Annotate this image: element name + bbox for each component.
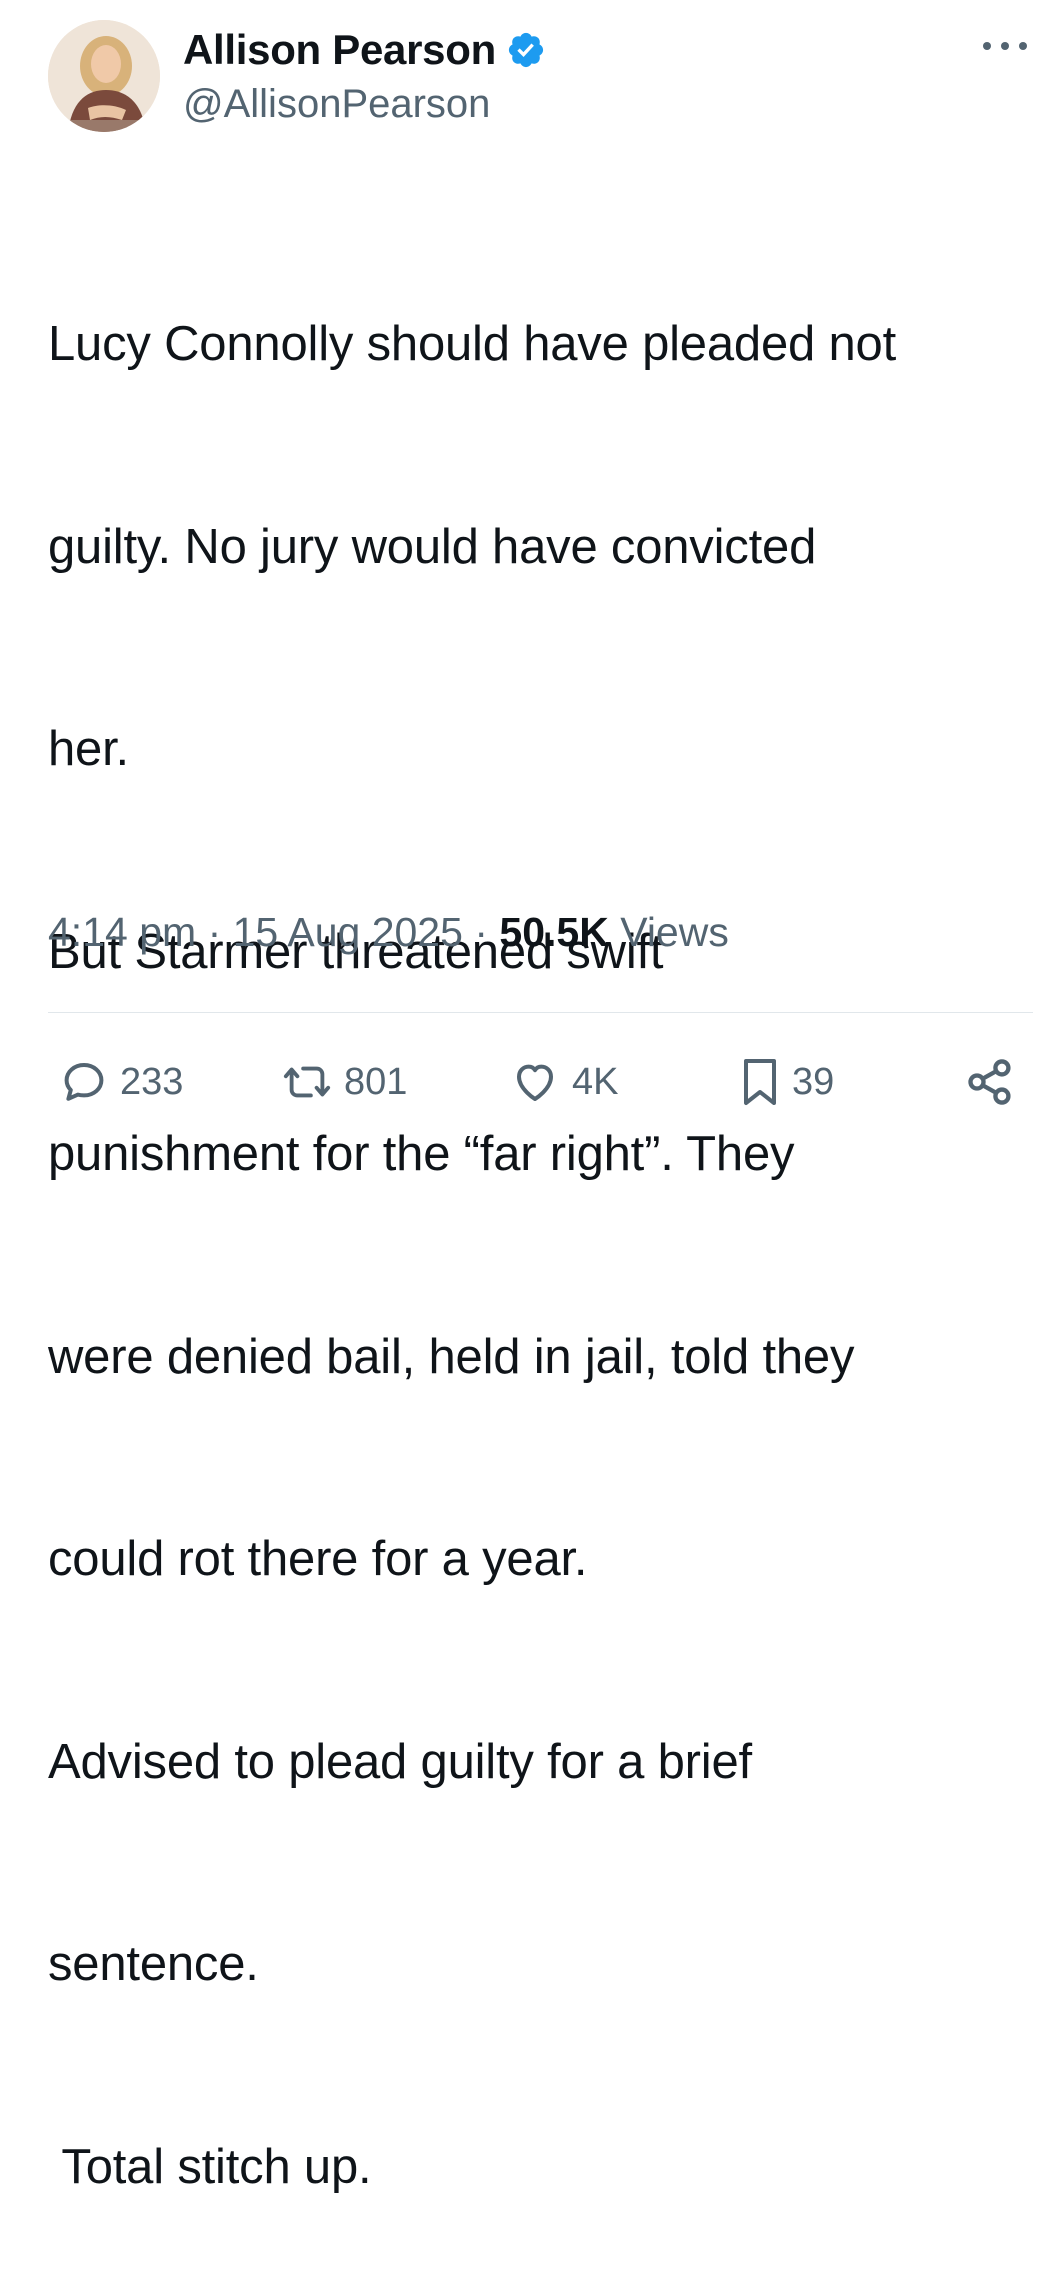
views-label[interactable]: Views [620, 909, 729, 955]
tweet-meta: 4:14 pm · 15 Aug 2025 · 50.5K Views [48, 902, 729, 962]
heart-icon [517, 1064, 553, 1101]
tweet-text-line: her. [48, 722, 129, 776]
tweet-text: Lucy Connolly should have pleaded not gu… [48, 176, 1048, 2269]
avatar[interactable] [48, 20, 160, 132]
more-dot-icon [1019, 42, 1027, 50]
tweet-text-line: guilty. No jury would have convicted [48, 519, 817, 574]
tweet-text-line: could rot there for a year. [48, 1532, 588, 1586]
tweet-text-line: punishment for the “far right”. They [48, 1127, 795, 1181]
tweet-time[interactable]: 4:14 pm [48, 909, 196, 955]
bookmark-icon [744, 1059, 776, 1105]
like-count: 4K [572, 1060, 619, 1103]
divider [48, 1012, 1033, 1013]
repost-icon [283, 1066, 331, 1098]
author-name-row: Allison Pearson [183, 26, 546, 74]
tweet-text-line: Lucy Connolly should have pleaded not [48, 317, 896, 371]
reply-count: 233 [120, 1060, 184, 1103]
repost-button[interactable]: 801 [282, 1052, 407, 1112]
author-handle[interactable]: @AllisonPearson [183, 82, 490, 126]
meta-separator: · [474, 909, 488, 955]
verified-badge-icon [506, 30, 546, 70]
reply-button[interactable]: 233 [60, 1052, 183, 1112]
like-button[interactable]: 4K [510, 1052, 618, 1112]
views-count[interactable]: 50.5K [499, 909, 608, 955]
bookmark-count: 39 [792, 1060, 835, 1103]
reply-icon [64, 1063, 104, 1101]
avatar-photo [48, 20, 160, 132]
tweet-text-line: Advised to plead guilty for a brief [48, 1734, 752, 1789]
repost-count: 801 [344, 1060, 408, 1103]
bookmark-button[interactable]: 39 [740, 1052, 834, 1112]
tweet-text-line: were denied bail, held in jail, told the… [48, 1329, 855, 1384]
action-bar: 233 801 4K 39 [60, 1052, 1020, 1112]
share-icon [968, 1059, 1011, 1105]
share-button[interactable] [964, 1052, 1016, 1112]
more-options-button[interactable] [983, 36, 1027, 56]
meta-separator: · [207, 909, 222, 955]
tweet-text-line: sentence. [48, 1937, 259, 1991]
tweet-text-line: Total stitch up. [48, 2139, 372, 2194]
more-dot-icon [983, 42, 991, 50]
more-dot-icon [1001, 42, 1009, 50]
author-display-name[interactable]: Allison Pearson [183, 29, 496, 71]
tweet-date[interactable]: 15 Aug 2025 [233, 909, 463, 955]
